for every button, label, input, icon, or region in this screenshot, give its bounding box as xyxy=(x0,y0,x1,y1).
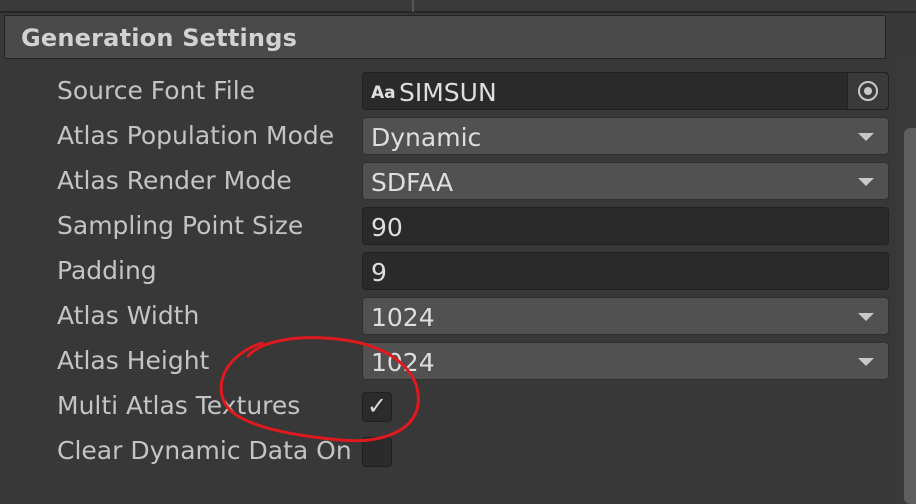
multi-atlas-textures-checkbox[interactable]: ✓ xyxy=(362,392,392,422)
chevron-down-icon xyxy=(858,178,874,186)
chevron-down-icon xyxy=(858,313,874,321)
object-picker-button[interactable] xyxy=(847,73,888,109)
atlas-height-dropdown[interactable]: 1024 xyxy=(362,342,889,380)
multi-atlas-textures-row: Multi Atlas Textures ✓ xyxy=(0,385,896,429)
section-title: Generation Settings xyxy=(21,24,298,52)
atlas-height-value: 1024 xyxy=(371,348,435,377)
padding-row: Padding 9 xyxy=(0,250,896,294)
atlas-render-mode-dropdown[interactable]: SDFAA xyxy=(362,162,889,200)
sampling-point-size-input[interactable]: 90 xyxy=(362,207,889,245)
scrollbar-thumb[interactable] xyxy=(904,128,916,504)
atlas-width-dropdown[interactable]: 1024 xyxy=(362,297,889,335)
padding-value: 9 xyxy=(371,258,387,287)
atlas-render-mode-value: SDFAA xyxy=(371,168,454,197)
checkmark-icon: ✓ xyxy=(367,392,388,420)
source-font-file-value: SIMSUN xyxy=(399,78,497,107)
atlas-height-row: Atlas Height 1024 xyxy=(0,340,896,384)
atlas-population-mode-row: Atlas Population Mode Dynamic xyxy=(0,115,896,159)
padding-input[interactable]: 9 xyxy=(362,252,889,290)
sampling-point-size-row: Sampling Point Size 90 xyxy=(0,205,896,249)
top-divider xyxy=(0,0,916,13)
multi-atlas-textures-label: Multi Atlas Textures xyxy=(57,391,301,420)
clear-dynamic-data-checkbox[interactable] xyxy=(362,437,392,467)
padding-label: Padding xyxy=(57,256,157,285)
sampling-point-size-value: 90 xyxy=(371,213,403,242)
atlas-render-mode-label: Atlas Render Mode xyxy=(57,166,292,195)
clear-dynamic-data-label: Clear Dynamic Data On xyxy=(57,436,352,465)
clear-dynamic-data-row: Clear Dynamic Data On xyxy=(0,430,896,474)
top-divider-notch xyxy=(412,0,414,12)
source-font-file-field[interactable]: Aa SIMSUN xyxy=(362,72,889,110)
atlas-width-value: 1024 xyxy=(371,303,435,332)
source-font-file-row: Source Font File Aa SIMSUN xyxy=(0,70,896,114)
atlas-population-mode-value: Dynamic xyxy=(371,123,482,152)
font-asset-icon: Aa xyxy=(371,83,396,103)
source-font-file-label: Source Font File xyxy=(57,76,256,105)
atlas-width-label: Atlas Width xyxy=(57,301,200,330)
atlas-render-mode-row: Atlas Render Mode SDFAA xyxy=(0,160,896,204)
object-picker-icon-dot xyxy=(864,87,872,95)
atlas-width-row: Atlas Width 1024 xyxy=(0,295,896,339)
chevron-down-icon xyxy=(858,133,874,141)
generation-settings-header[interactable]: Generation Settings xyxy=(4,15,886,59)
atlas-height-label: Atlas Height xyxy=(57,346,210,375)
atlas-population-mode-dropdown[interactable]: Dynamic xyxy=(362,117,889,155)
atlas-population-mode-label: Atlas Population Mode xyxy=(57,121,335,150)
chevron-down-icon xyxy=(858,358,874,366)
sampling-point-size-label: Sampling Point Size xyxy=(57,211,304,240)
inspector-panel: Generation Settings Source Font File Aa … xyxy=(0,0,916,504)
